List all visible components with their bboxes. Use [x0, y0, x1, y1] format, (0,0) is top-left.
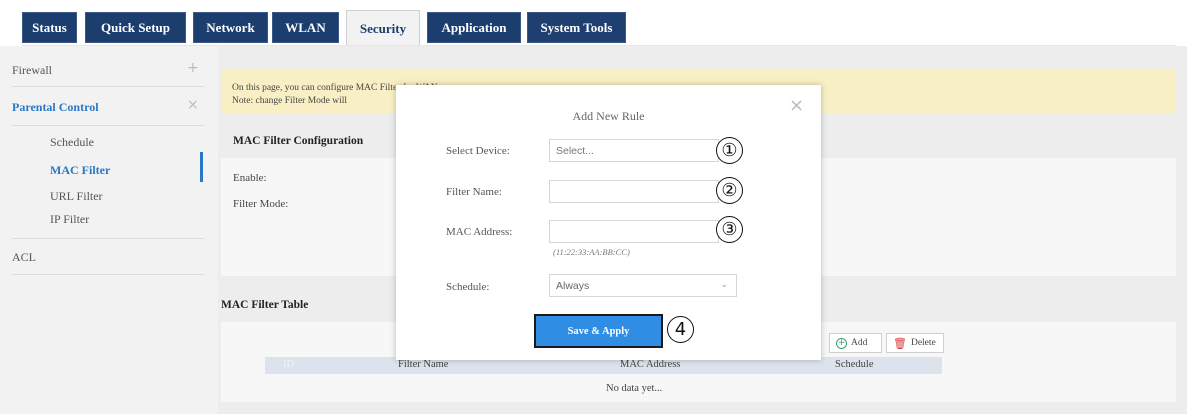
callout-4: 4 — [667, 316, 694, 343]
table-title: MAC Filter Table — [221, 299, 309, 311]
col-mac-address: MAC Address — [620, 359, 681, 370]
tab-status[interactable]: Status — [22, 12, 77, 43]
schedule-value: Always — [556, 279, 590, 292]
filter-mode-label: Filter Mode: — [233, 198, 289, 210]
delete-button[interactable]: 🗑 Delete — [886, 333, 944, 353]
filter-name-input[interactable] — [549, 180, 719, 203]
select-device-field[interactable]: Select... — [549, 139, 719, 162]
collapse-icon[interactable]: × — [187, 97, 199, 113]
sidebar-divider — [12, 125, 204, 126]
sidebar-item-mac-filter[interactable]: MAC Filter — [50, 163, 110, 178]
sidebar-item-firewall[interactable]: Firewall — [12, 63, 52, 78]
sidebar-divider — [12, 238, 204, 239]
col-schedule: Schedule — [835, 359, 874, 370]
sidebar-item-acl[interactable]: ACL — [12, 250, 36, 265]
close-icon[interactable]: × — [789, 97, 804, 115]
add-rule-dialog: Add New Rule × Select Device: Select... … — [396, 85, 821, 360]
sidebar-item-schedule[interactable]: Schedule — [50, 135, 94, 150]
tab-network[interactable]: Network — [193, 12, 268, 43]
sidebar-item-url-filter[interactable]: URL Filter — [50, 189, 103, 204]
trash-icon: 🗑 — [893, 336, 907, 350]
sidebar-divider — [12, 86, 204, 87]
add-label: Add — [851, 338, 868, 348]
callout-1: ① — [716, 137, 743, 164]
tab-wlan[interactable]: WLAN — [272, 12, 339, 43]
filter-name-label: Filter Name: — [446, 186, 502, 198]
expand-icon[interactable]: + — [187, 60, 199, 76]
top-navigation: Status Quick Setup Network WLAN Security… — [0, 0, 1187, 46]
col-filter-name: Filter Name — [398, 359, 449, 370]
select-device-label: Select Device: — [446, 145, 510, 157]
tab-quick-setup[interactable]: Quick Setup — [85, 12, 186, 43]
tab-application[interactable]: Application — [427, 12, 521, 43]
delete-label: Delete — [910, 338, 936, 348]
active-indicator — [200, 152, 203, 182]
tab-security[interactable]: Security — [346, 10, 420, 46]
chevron-down-icon: ⌄ — [720, 280, 728, 290]
save-apply-button[interactable]: Save & Apply — [534, 314, 663, 348]
table-empty-text: No data yet... — [606, 383, 663, 394]
mac-format-hint: (11:22:33:AA:BB:CC) — [553, 247, 630, 257]
schedule-label: Schedule: — [446, 281, 490, 293]
mac-address-input[interactable] — [549, 220, 719, 243]
callout-3: ③ — [716, 216, 743, 243]
mac-address-label: MAC Address: — [446, 226, 513, 238]
sidebar-item-parental-control[interactable]: Parental Control — [12, 100, 99, 115]
tab-system-tools[interactable]: System Tools — [527, 12, 626, 43]
dialog-title: Add New Rule — [572, 109, 645, 123]
sidebar-divider — [12, 274, 204, 275]
sidebar-item-ip-filter[interactable]: IP Filter — [50, 212, 89, 227]
callout-2: ② — [716, 177, 743, 204]
schedule-select[interactable]: Always ⌄ — [549, 274, 737, 297]
notice-line-2: Note: change Filter Mode will — [232, 96, 348, 106]
col-id: ID — [283, 359, 295, 370]
config-title: MAC Filter Configuration — [233, 135, 364, 147]
add-button[interactable]: + Add — [829, 333, 882, 353]
enable-label: Enable: — [233, 172, 267, 184]
plus-circle-icon: + — [836, 337, 847, 349]
